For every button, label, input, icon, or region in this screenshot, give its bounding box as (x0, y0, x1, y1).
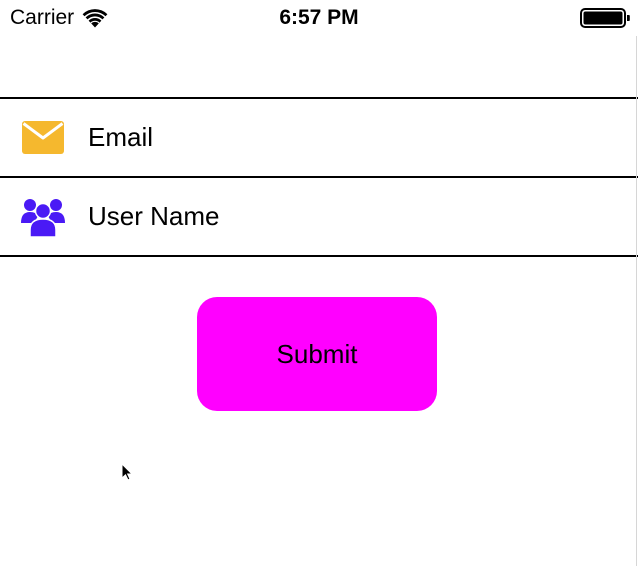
users-group-icon (21, 197, 65, 237)
form-list (0, 97, 638, 257)
submit-button[interactable]: Submit (197, 297, 437, 411)
status-time: 6:57 PM (279, 6, 359, 29)
mouse-pointer-icon (121, 463, 133, 481)
email-row (0, 99, 638, 178)
username-field[interactable] (88, 196, 622, 237)
battery-icon (580, 8, 630, 28)
email-field[interactable] (88, 117, 622, 158)
screen-edge-divider (636, 36, 637, 566)
username-row (0, 178, 638, 257)
envelope-icon (21, 118, 65, 158)
status-bar: Carrier 6:57 PM (0, 0, 638, 36)
